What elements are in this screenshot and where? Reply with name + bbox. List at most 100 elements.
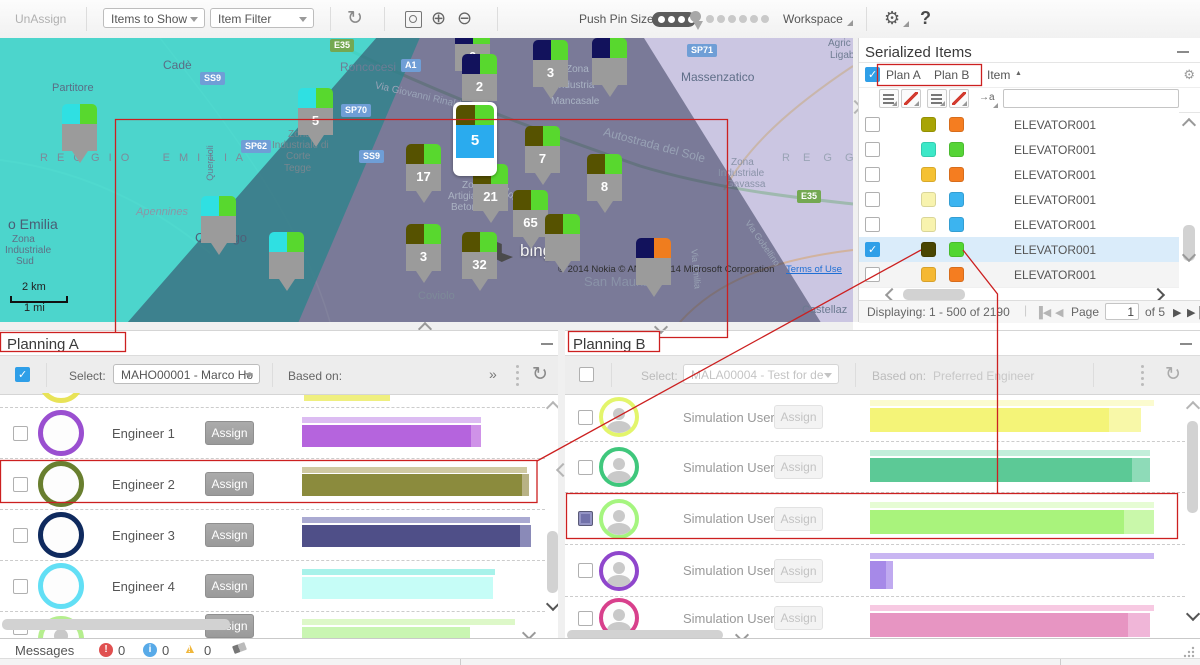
- plan-b-color-filter-button[interactable]: [949, 89, 969, 108]
- vertical-splitter[interactable]: [558, 330, 565, 638]
- serialized-item-row[interactable]: ELEVATOR001: [859, 112, 1179, 138]
- serialized-item-row[interactable]: ELEVATOR001: [859, 262, 1179, 288]
- map-pushpin[interactable]: 8: [587, 154, 622, 213]
- column-header-plan-a[interactable]: Plan A: [886, 68, 921, 82]
- map-pushpin[interactable]: 17: [406, 144, 441, 203]
- map-pushpin[interactable]: [636, 238, 671, 297]
- map-pushpin[interactable]: 32: [462, 232, 497, 291]
- map-pushpin[interactable]: [592, 38, 627, 97]
- item-filter-dropdown[interactable]: Item Filter: [210, 8, 314, 28]
- assign-button[interactable]: Assign: [774, 507, 823, 531]
- row-checkbox[interactable]: [865, 192, 880, 207]
- row-checkbox[interactable]: [578, 611, 593, 626]
- zoom-in-icon[interactable]: ⊕: [431, 8, 446, 29]
- serialized-item-row[interactable]: ELEVATOR001: [859, 162, 1179, 188]
- row-checkbox[interactable]: [578, 460, 593, 475]
- text-filter-mode-icon[interactable]: →a: [979, 92, 995, 103]
- assign-button[interactable]: Assign: [205, 421, 254, 445]
- next-page-icon[interactable]: ▶: [1173, 306, 1181, 319]
- zoom-out-icon[interactable]: ⊖: [457, 8, 472, 29]
- slider-dot-empty[interactable]: [728, 15, 736, 23]
- map-pushpin[interactable]: 5: [298, 88, 333, 147]
- resource-row[interactable]: [0, 393, 545, 407]
- plan-a-operator-filter-button[interactable]: [879, 89, 899, 108]
- map-canvas[interactable]: CadèPartitoreR E G G I O E M I L I AApen…: [0, 38, 853, 322]
- vertical-scrollbar-thumb[interactable]: [547, 531, 558, 593]
- resource-row[interactable]: Engineer 1Assign: [0, 407, 545, 459]
- page-number-input[interactable]: [1105, 303, 1139, 320]
- map-pushpin[interactable]: [62, 104, 97, 163]
- item-filter-input[interactable]: [1003, 89, 1179, 108]
- select-all-checkbox[interactable]: [865, 67, 880, 82]
- scroll-up-icon[interactable]: [1186, 401, 1200, 415]
- terms-of-use-link[interactable]: Terms of Use: [786, 264, 842, 275]
- overflow-menu-button[interactable]: »: [489, 366, 497, 382]
- unassign-button[interactable]: UnAssign: [15, 12, 66, 26]
- slider-dot-empty[interactable]: [706, 15, 714, 23]
- map-pushpin[interactable]: [269, 232, 304, 291]
- assign-button[interactable]: Assign: [774, 405, 823, 429]
- slider-dot-filled[interactable]: [678, 16, 685, 23]
- assign-button[interactable]: Assign: [774, 455, 823, 479]
- slider-dot-empty[interactable]: [717, 15, 725, 23]
- map-pushpin[interactable]: 3: [533, 40, 568, 99]
- refresh-icon[interactable]: ↻: [1165, 365, 1181, 384]
- assign-button[interactable]: Assign: [205, 574, 254, 598]
- serialized-item-row[interactable]: ELEVATOR001: [859, 137, 1179, 163]
- zoom-selection-icon[interactable]: [405, 11, 422, 28]
- horizontal-scrollbar-thumb[interactable]: [903, 289, 965, 300]
- slider-dot-filled[interactable]: [668, 16, 675, 23]
- refresh-icon[interactable]: ↻: [347, 9, 363, 28]
- resource-row[interactable]: Simulation User 2Assign: [565, 441, 1185, 493]
- row-checkbox[interactable]: [13, 426, 28, 441]
- serialized-item-row[interactable]: ELEVATOR001: [859, 237, 1179, 263]
- slider-dot-empty[interactable]: [739, 15, 747, 23]
- resource-row[interactable]: Engineer 4Assign: [0, 560, 545, 612]
- vertical-scrollbar-thumb[interactable]: [1187, 421, 1198, 513]
- row-checkbox[interactable]: [13, 477, 28, 492]
- map-pushpin[interactable]: 7: [525, 126, 560, 185]
- minimize-button[interactable]: [541, 343, 553, 345]
- column-header-item[interactable]: Item: [987, 68, 1010, 82]
- serialized-item-row[interactable]: ELEVATOR001: [859, 212, 1179, 238]
- serialized-item-row[interactable]: ELEVATOR001: [859, 187, 1179, 213]
- slider-dot-empty[interactable]: [761, 15, 769, 23]
- row-checkbox[interactable]: [865, 267, 880, 282]
- help-icon[interactable]: ?: [920, 8, 931, 29]
- grid-gear-icon[interactable]: ⚙: [1183, 67, 1195, 83]
- row-checkbox[interactable]: [578, 410, 593, 425]
- drag-handle-icon[interactable]: [516, 365, 519, 389]
- assign-button[interactable]: Assign: [205, 472, 254, 496]
- assign-button[interactable]: Assign: [205, 523, 254, 547]
- resize-grip-icon[interactable]: [1183, 645, 1195, 657]
- map-pushpin-selected[interactable]: 5: [453, 102, 497, 176]
- resource-row[interactable]: Simulation User 3Assign: [565, 492, 1185, 545]
- resource-select-dropdown[interactable]: MALA00004 - Test for de: [683, 364, 839, 384]
- row-checkbox[interactable]: [13, 528, 28, 543]
- last-page-icon[interactable]: ▶▐: [1187, 306, 1200, 319]
- map-pushpin[interactable]: [201, 196, 236, 255]
- row-checkbox[interactable]: [865, 217, 880, 232]
- slider-dot-filled[interactable]: [658, 16, 665, 23]
- resource-row[interactable]: Simulation User 1Assign: [565, 394, 1185, 441]
- row-checkbox[interactable]: [865, 167, 880, 182]
- refresh-icon[interactable]: ↻: [532, 365, 548, 384]
- row-checkbox[interactable]: [865, 142, 880, 157]
- minimize-button[interactable]: [1180, 343, 1192, 345]
- assign-button[interactable]: Assign: [774, 559, 823, 583]
- select-all-resources-checkbox[interactable]: [15, 367, 30, 382]
- assign-button[interactable]: Assign: [774, 606, 823, 630]
- previous-page-icon[interactable]: ◀: [1055, 306, 1063, 319]
- row-checkbox[interactable]: [578, 563, 593, 578]
- row-checkbox[interactable]: [865, 242, 880, 257]
- row-checkbox[interactable]: [13, 579, 28, 594]
- column-header-plan-b[interactable]: Plan B: [934, 68, 969, 82]
- drag-handle-icon[interactable]: [1141, 365, 1144, 389]
- plan-b-operator-filter-button[interactable]: [927, 89, 947, 108]
- row-checkbox[interactable]: [578, 511, 593, 526]
- row-checkbox[interactable]: [865, 117, 880, 132]
- resource-select-dropdown[interactable]: MAHO00001 - Marco Ho: [113, 364, 260, 384]
- resource-row[interactable]: Engineer 2Assign: [0, 458, 545, 510]
- workspace-menu[interactable]: Workspace: [783, 12, 843, 26]
- map-pushpin[interactable]: 65: [513, 190, 548, 249]
